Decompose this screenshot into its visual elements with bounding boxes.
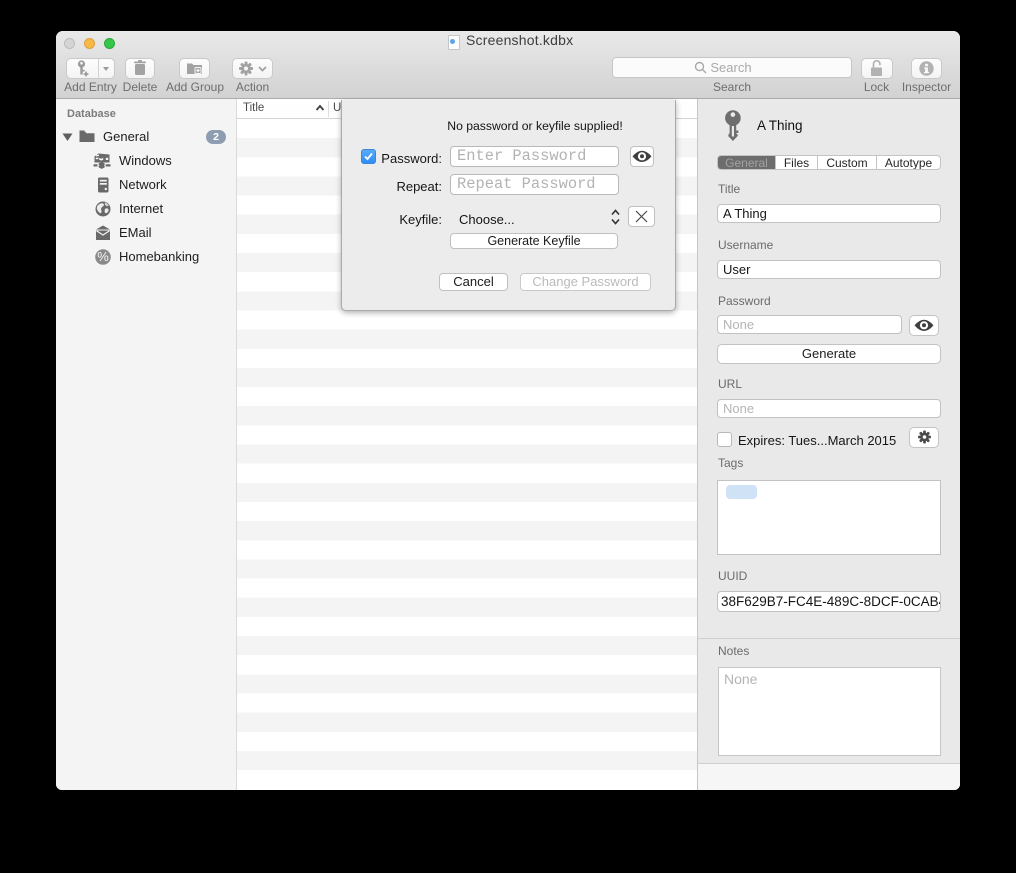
svg-text:%: %: [97, 249, 109, 264]
